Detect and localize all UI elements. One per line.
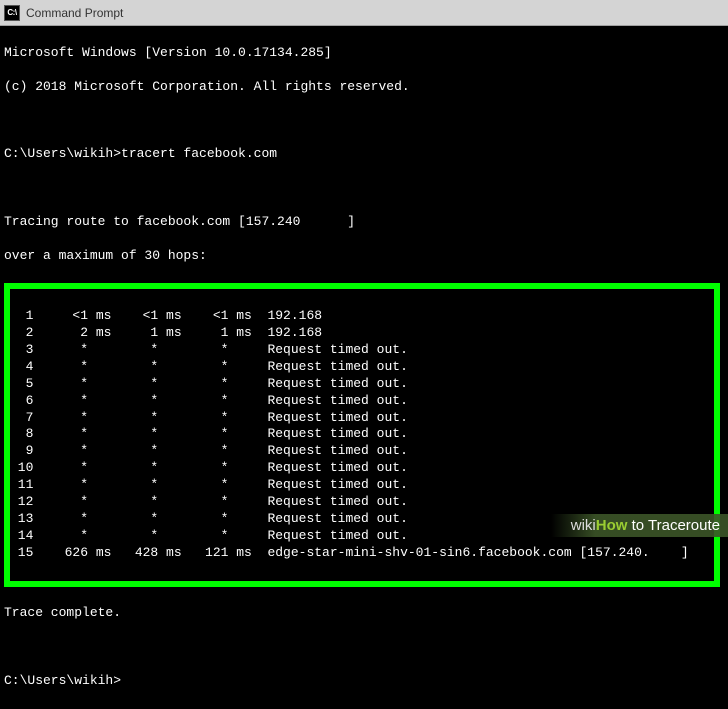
trace-hop-row: 2 2 ms 1 ms 1 ms 192.168 [10, 325, 714, 342]
trace-hop-row: 7 * * * Request timed out. [10, 410, 714, 427]
command-line: C:\Users\wikih>tracert facebook.com [4, 146, 724, 163]
trace-hop-row: 5 * * * Request timed out. [10, 376, 714, 393]
app-icon: C:\ [4, 5, 20, 21]
trace-hop-row: 6 * * * Request timed out. [10, 393, 714, 410]
tracing-header-2: over a maximum of 30 hops: [4, 248, 724, 265]
os-header-line2: (c) 2018 Microsoft Corporation. All righ… [4, 79, 724, 96]
blank-line [4, 180, 724, 197]
trace-hop-row: 1 <1 ms <1 ms <1 ms 192.168 [10, 308, 714, 325]
trace-hop-row: 12 * * * Request timed out. [10, 494, 714, 511]
blank-line [4, 112, 724, 129]
trace-hop-row: 8 * * * Request timed out. [10, 426, 714, 443]
watermark-wiki: wiki [571, 517, 596, 534]
trace-hop-row: 15 626 ms 428 ms 121 ms edge-star-mini-s… [10, 545, 714, 562]
os-header-line1: Microsoft Windows [Version 10.0.17134.28… [4, 45, 724, 62]
trace-hop-row: 4 * * * Request timed out. [10, 359, 714, 376]
prompt-ready: C:\Users\wikih> [4, 673, 724, 690]
window-titlebar[interactable]: C:\ Command Prompt [0, 0, 728, 26]
trace-complete: Trace complete. [4, 605, 724, 622]
trace-hop-row: 10 * * * Request timed out. [10, 460, 714, 477]
traceroute-results-highlight: 1 <1 ms <1 ms <1 ms 192.168 2 2 ms 1 ms … [4, 283, 720, 586]
watermark-rest: to Traceroute [627, 517, 720, 534]
blank-line [4, 639, 724, 656]
tracing-header-1: Tracing route to facebook.com [157.240 ] [4, 214, 724, 231]
terminal-output[interactable]: Microsoft Windows [Version 10.0.17134.28… [0, 26, 728, 709]
watermark: wikiHow to Traceroute [551, 514, 728, 537]
trace-hop-row: 9 * * * Request timed out. [10, 443, 714, 460]
window-title: Command Prompt [26, 6, 724, 20]
trace-hop-row: 3 * * * Request timed out. [10, 342, 714, 359]
trace-hop-row: 11 * * * Request timed out. [10, 477, 714, 494]
watermark-how: How [596, 517, 628, 534]
